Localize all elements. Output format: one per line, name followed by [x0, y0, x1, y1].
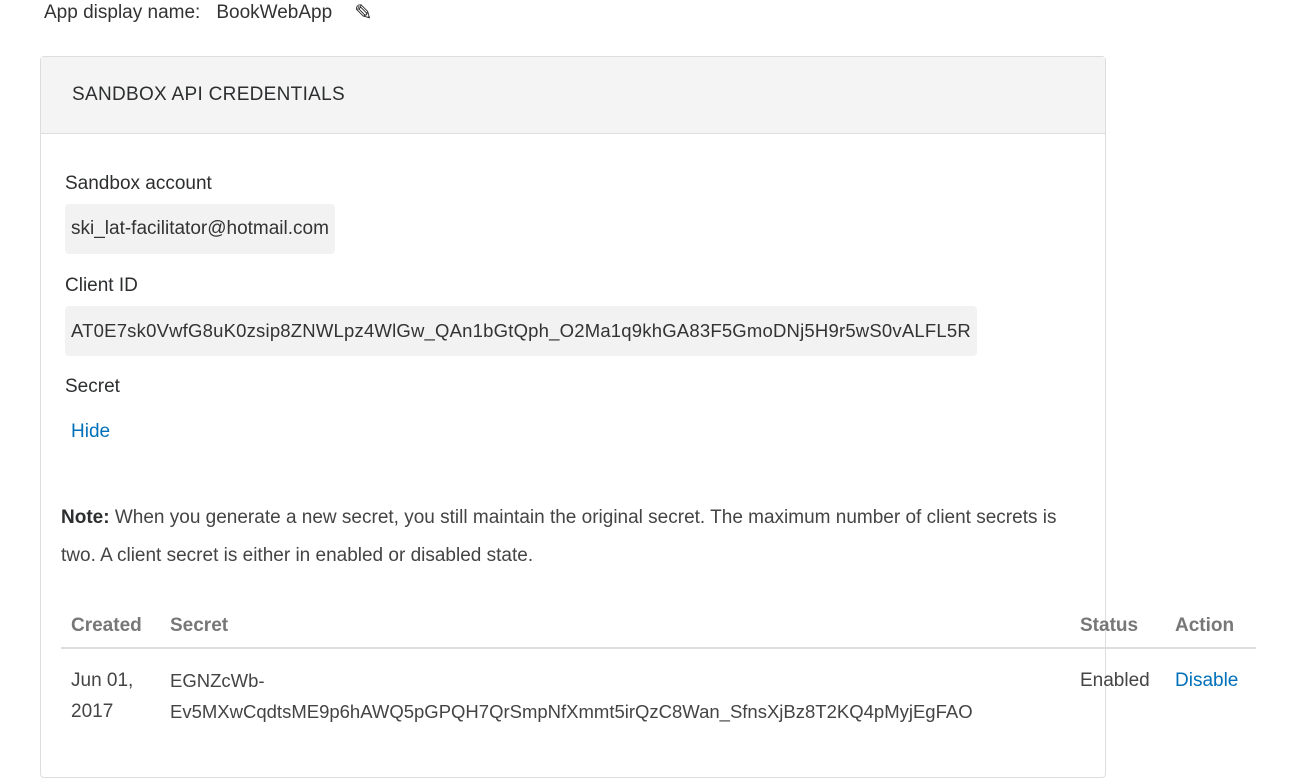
header-created: Created [61, 609, 160, 649]
sandbox-credentials-card: SANDBOX API CREDENTIALS Sandbox account … [40, 56, 1256, 778]
created-date: Jun 01, [71, 670, 134, 691]
sandbox-account-label: Sandbox account [65, 173, 212, 194]
disable-link[interactable]: Disable [1165, 648, 1256, 743]
header-status: Status [1070, 609, 1165, 649]
pencil-icon[interactable]: ✎ [354, 0, 372, 26]
card-title: SANDBOX API CREDENTIALS [41, 57, 1105, 134]
header-secret: Secret [160, 609, 1070, 649]
app-display-name-label: App display name: [44, 2, 201, 23]
sandbox-account-value: ski_lat-facilitator@hotmail.com [65, 204, 335, 254]
secret-part2: Ev5MXwCqdtsME9p6hAWQ5pGPQH7QrSmpNfXmmt5i… [170, 701, 973, 722]
client-id-label: Client ID [65, 275, 138, 296]
secret-label: Secret [65, 376, 120, 397]
app-display-name: App display name: BookWebApp ✎ [44, 0, 373, 26]
hide-secret-link[interactable]: Hide [71, 421, 110, 443]
secret-cell: EGNZcWb- Ev5MXwCqdtsME9p6hAWQ5pGPQH7QrSmp… [160, 648, 1070, 743]
note: Note: When you generate a new secret, yo… [61, 499, 1071, 575]
status-cell: Enabled [1080, 670, 1150, 691]
secret-part1: EGNZcWb- [170, 670, 265, 691]
created-year: 2017 [71, 701, 114, 722]
table-header-row: Created Secret Status Action [61, 609, 1256, 649]
created-cell: Jun 01, 2017 [61, 648, 160, 743]
app-display-name-value: BookWebApp [216, 2, 333, 23]
header-action: Action [1165, 609, 1256, 649]
table-row: Jun 01, 2017 EGNZcWb- Ev5MXwCqdtsME9p6hAWQ… [61, 648, 1256, 743]
note-bold: Note: [61, 507, 110, 528]
secrets-table: Created Secret Status Action Jun 01, 2017… [61, 609, 1256, 743]
client-id-value: AT0E7sk0VwfG8uK0zsip8ZNWLpz4WlGw_QAn1bGt… [65, 306, 977, 356]
note-text: When you generate a new secret, you stil… [61, 507, 1057, 566]
